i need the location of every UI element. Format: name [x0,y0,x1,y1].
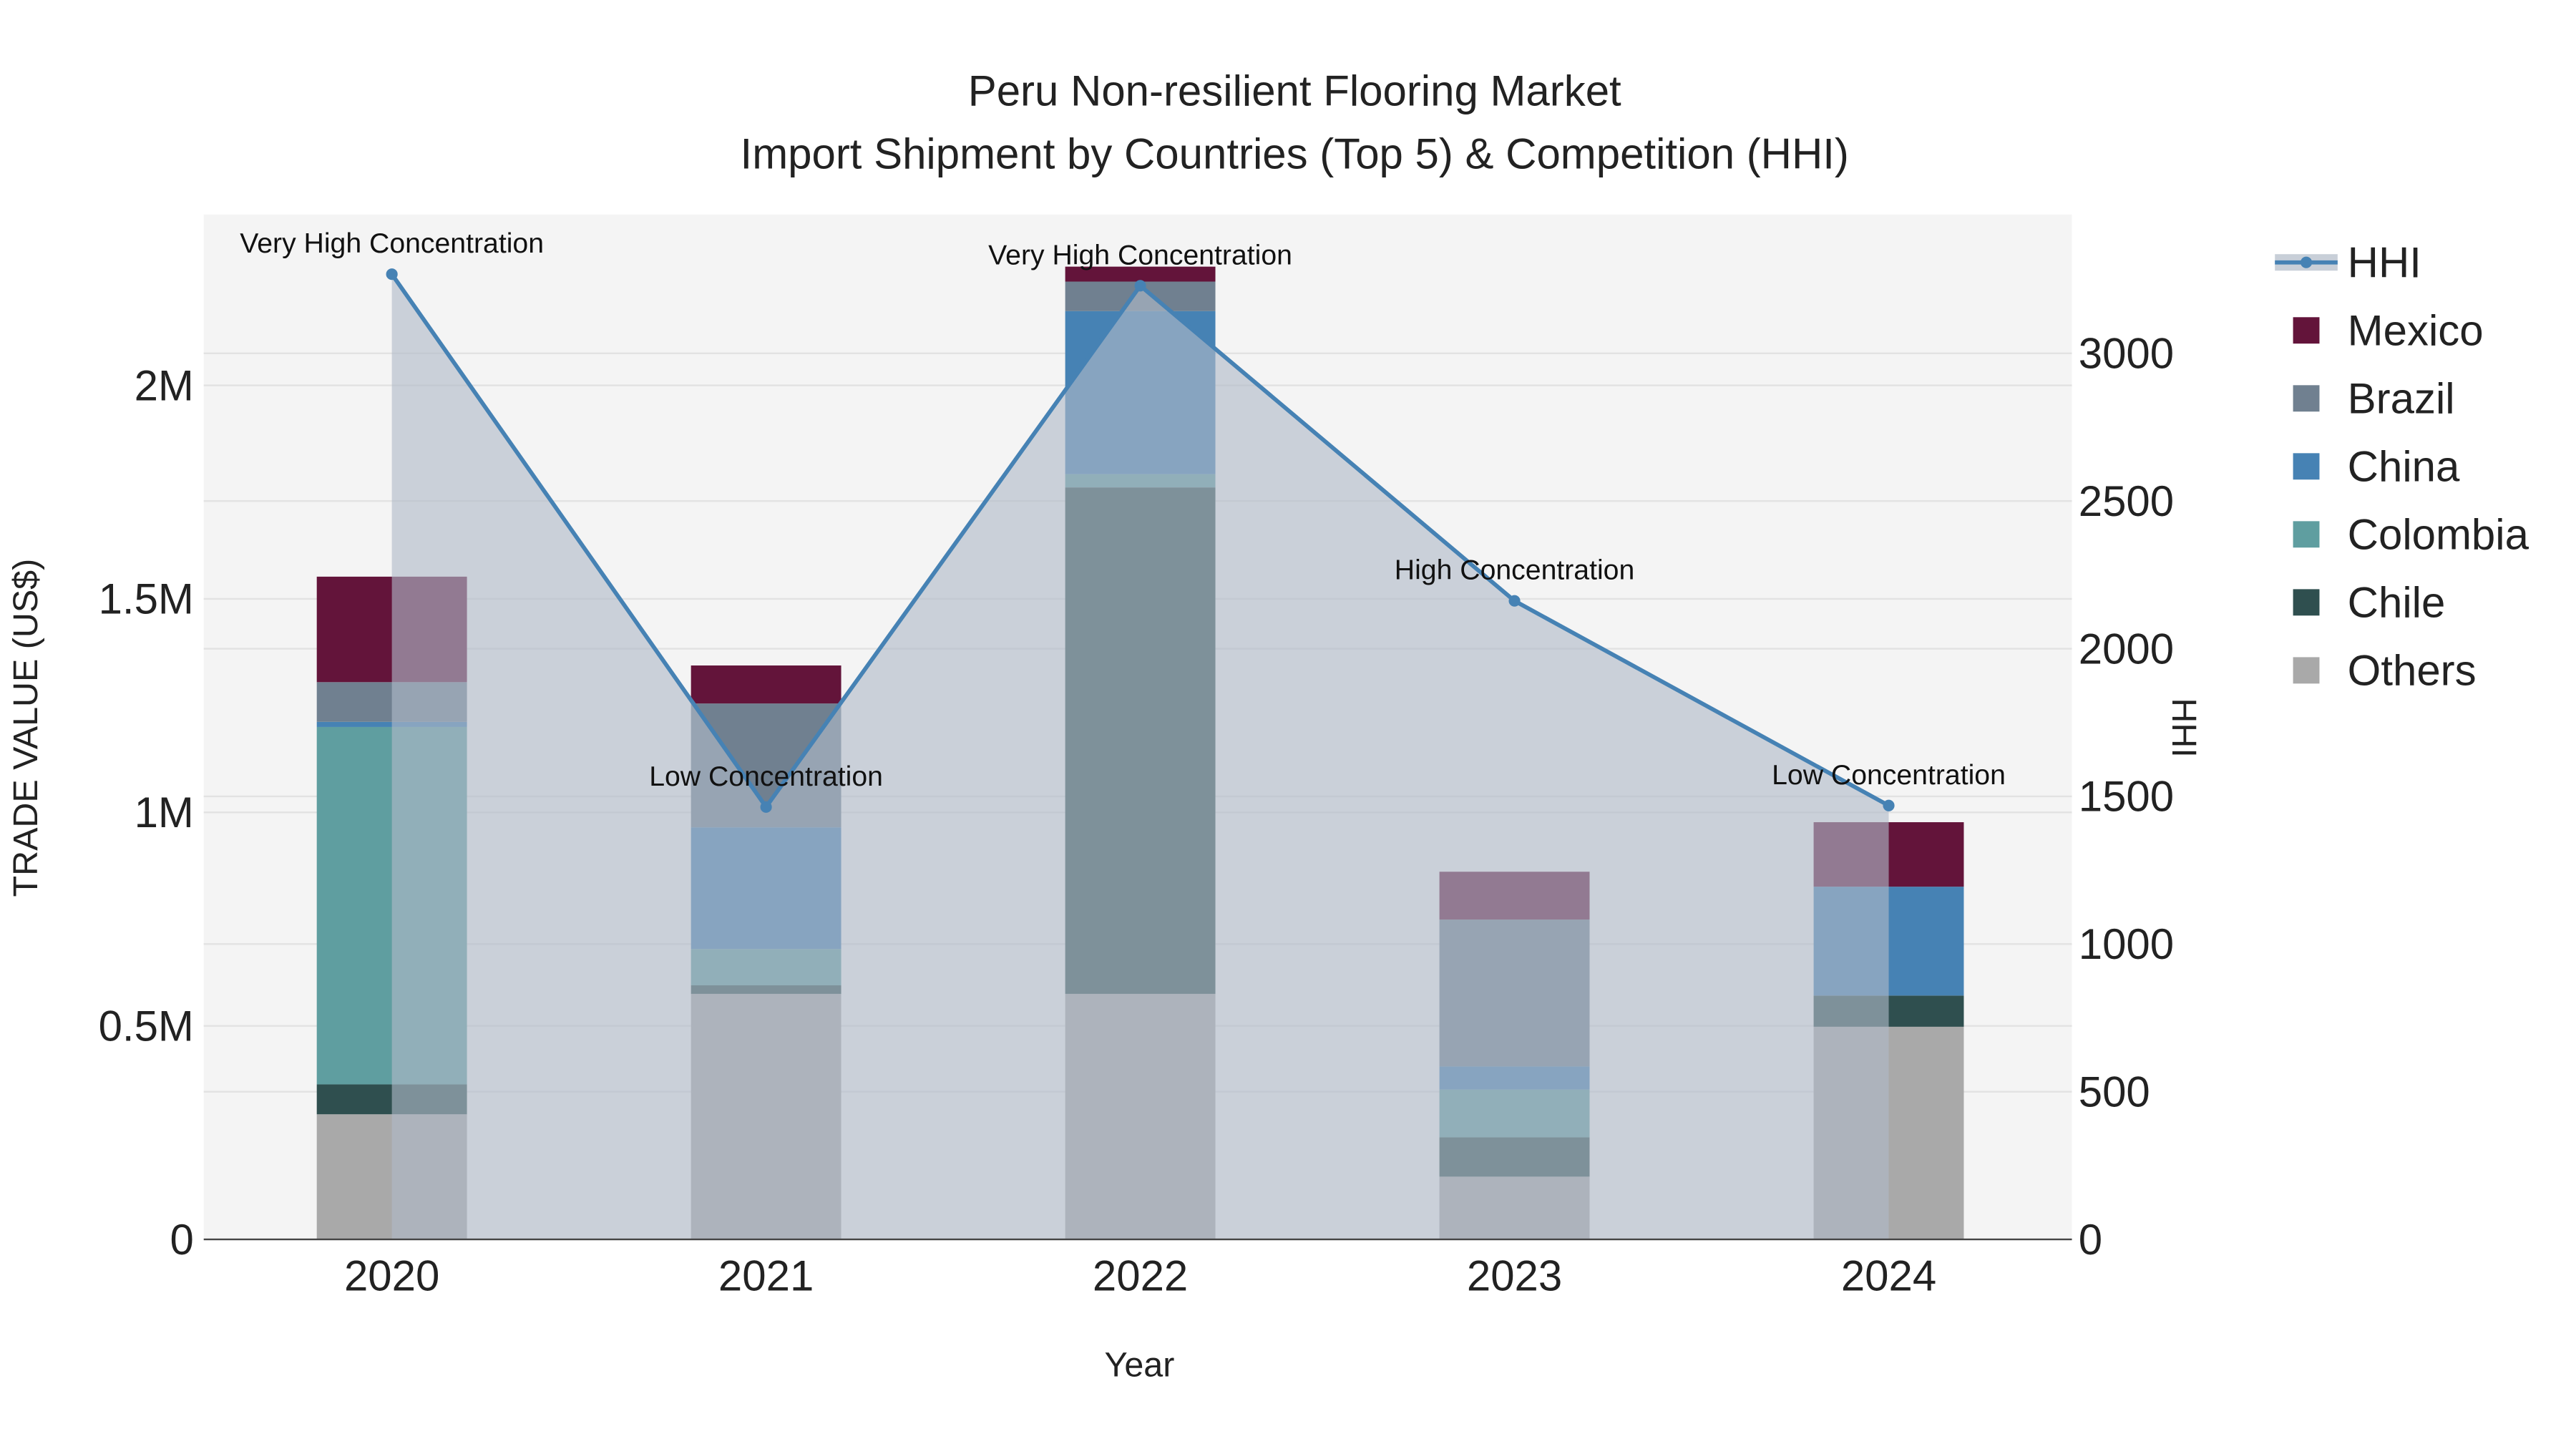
chart-title: Peru Non-resilient Flooring Market [968,67,1621,115]
legend-swatch-others [2293,657,2320,684]
y2-tick-label: 0 [2079,1216,2102,1264]
y2-tick-label: 1000 [2079,920,2174,968]
hhi-point [760,801,772,813]
y-tick-label: 0.5M [99,1002,194,1050]
hhi-point [1508,595,1521,607]
y-axis-title: TRADE VALUE (US$) [6,559,45,897]
legend-swatch-mexico [2293,317,2320,344]
y-tick-label: 0 [170,1216,194,1264]
x-tick-label: 2022 [1093,1252,1188,1300]
y-tick-label: 1M [135,789,194,836]
x-axis-title: Year [1105,1346,1175,1385]
y2-tick-label: 3000 [2079,330,2174,378]
y2-tick-label: 2500 [2079,477,2174,525]
y2-tick-label: 500 [2079,1068,2150,1116]
legend-marker-hhi [2300,256,2313,268]
hhi-annotation: Low Concentration [1772,760,2006,791]
chart: Peru Non-resilient Flooring Market Impor… [1,0,2575,1449]
y-tick-label: 2M [135,361,194,409]
y2-tick-label: 2000 [2079,625,2174,673]
legend-label: Colombia [2348,511,2529,559]
chart-subtitle: Import Shipment by Countries (Top 5) & C… [741,130,1849,177]
x-tick-label: 2020 [344,1252,439,1300]
x-tick-label: 2024 [1841,1252,1936,1300]
legend-label: Others [2348,647,2477,695]
y-tick-label: 1.5M [99,575,194,623]
y2-tick-label: 1500 [2079,773,2174,821]
x-tick-label: 2023 [1467,1252,1562,1300]
hhi-annotation: Very High Concentration [240,228,544,259]
legend-swatch-brazil [2293,385,2320,412]
legend-swatch-colombia [2293,521,2320,548]
hhi-annotation: Very High Concentration [988,240,1292,270]
hhi-point [1883,799,1895,811]
legend-swatch-china [2293,453,2320,480]
y2-axis-title: HHI [2165,698,2203,757]
legend-label: China [2348,443,2460,491]
hhi-point [1134,280,1146,292]
hhi-point [386,268,398,280]
legend-label: HHI [2348,238,2421,286]
legend-label: Mexico [2348,306,2484,354]
x-tick-label: 2021 [718,1252,814,1300]
legend-label: Chile [2348,579,2446,627]
hhi-annotation: Low Concentration [649,761,883,792]
bar-mexico [691,665,841,704]
legend-swatch-chile [2293,589,2320,616]
hhi-annotation: High Concentration [1395,555,1634,586]
legend-label: Brazil [2348,375,2455,423]
